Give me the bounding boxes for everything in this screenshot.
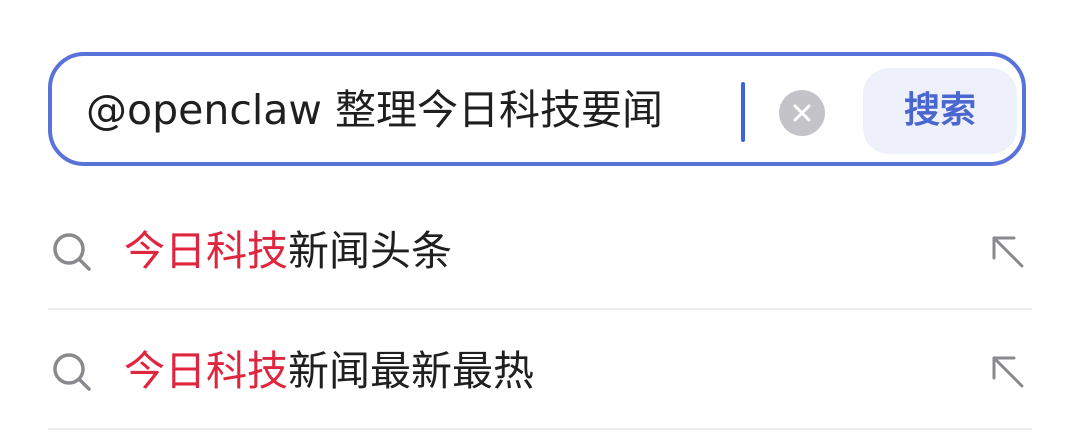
clear-icon: [793, 104, 811, 122]
search-button[interactable]: 搜索: [863, 68, 1017, 154]
divider: [48, 428, 1032, 430]
clear-button[interactable]: [779, 90, 825, 136]
text-cursor: [741, 82, 745, 142]
search-icon: [53, 353, 91, 391]
search-page: @openclaw 整理今日科技要闻 搜索 今日科技新闻头条 今日科技新闻最新最…: [0, 0, 1080, 433]
search-bar[interactable]: @openclaw 整理今日科技要闻 搜索: [48, 52, 1026, 166]
suggestion-rest: 新闻最新最热: [288, 347, 534, 395]
suggestion-item[interactable]: 今日科技新闻头条: [48, 192, 1032, 310]
suggestion-highlight: 今日科技: [124, 227, 288, 275]
suggestion-label: 今日科技新闻最新最热: [124, 342, 534, 400]
arrow-up-left-icon[interactable]: [988, 232, 1028, 272]
suggestion-highlight: 今日科技: [124, 347, 288, 395]
search-icon: [53, 233, 91, 271]
suggestion-item[interactable]: 今日科技新闻最新最热: [48, 312, 1032, 430]
suggestion-rest: 新闻头条: [288, 227, 452, 275]
search-input[interactable]: @openclaw 整理今日科技要闻: [86, 82, 663, 138]
suggestion-label: 今日科技新闻头条: [124, 222, 452, 280]
arrow-up-left-icon[interactable]: [988, 352, 1028, 392]
divider: [48, 308, 1032, 310]
